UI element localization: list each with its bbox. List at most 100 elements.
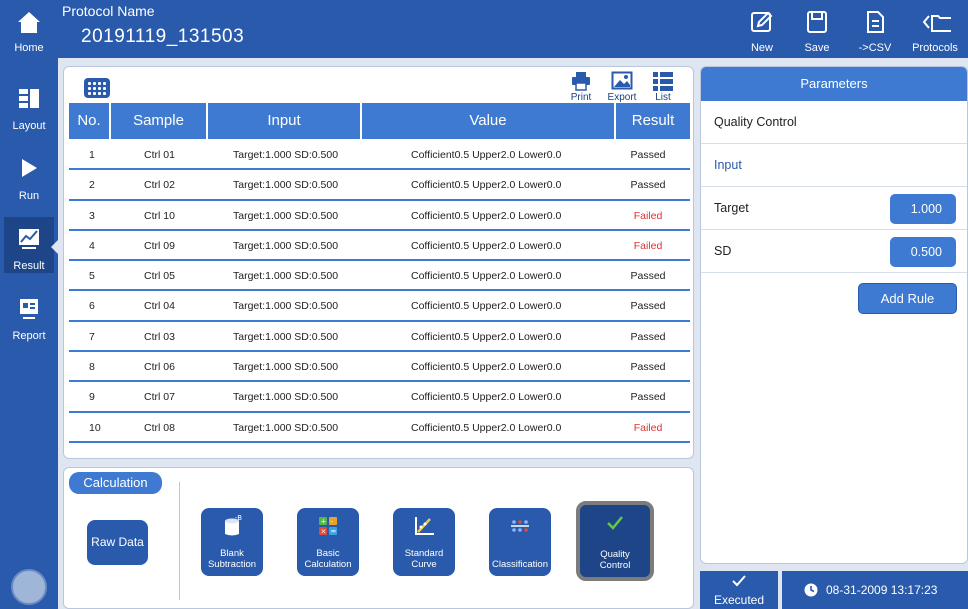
table-row[interactable]: 6 Ctrl 04 Target:1.000 SD:0.500 Cofficie… (69, 291, 690, 322)
cell-no: 5 (89, 270, 95, 283)
table-body: 1 Ctrl 01 Target:1.000 SD:0.500 Cofficie… (69, 140, 690, 443)
svg-text:+: + (321, 518, 327, 526)
cell-input: Target:1.000 SD:0.500 (233, 179, 339, 192)
cell-sample: Ctrl 04 (144, 300, 175, 313)
list-label: List (655, 92, 671, 103)
target-row: Target 1.000 (701, 187, 967, 230)
sd-label: SD (714, 244, 732, 258)
input-heading-row: Input (701, 144, 967, 187)
list-icon (653, 72, 673, 91)
check-icon (732, 575, 746, 587)
result-table-panel: Print Export List No. Sample Input Value… (63, 66, 694, 459)
column-header-value[interactable]: Value (362, 103, 614, 139)
quality-control-label: Quality Control (714, 115, 797, 129)
report-icon (20, 299, 38, 319)
target-label: Target (714, 201, 749, 215)
column-header-sample[interactable]: Sample (111, 103, 206, 139)
calc-label: Classification (492, 559, 548, 570)
cell-sample: Ctrl 03 (144, 330, 175, 343)
top-bar: Home Protocol Name 20191119_131503 New S… (0, 0, 968, 58)
protocols-button[interactable]: Protocols (905, 0, 965, 58)
standard-curve-icon (415, 517, 434, 535)
sidebar-item-report[interactable]: Report (0, 282, 58, 352)
home-icon (18, 12, 40, 33)
print-button[interactable]: Print (562, 71, 600, 103)
cell-sample: Ctrl 05 (144, 270, 175, 283)
table-row[interactable]: 5 Ctrl 05 Target:1.000 SD:0.500 Cofficie… (69, 261, 690, 292)
edit-icon (751, 11, 773, 32)
cell-value: Cofficient0.5 Upper2.0 Lower0.0 (411, 361, 562, 374)
save-button[interactable]: Save (795, 0, 839, 58)
table-row[interactable]: 8 Ctrl 06 Target:1.000 SD:0.500 Cofficie… (69, 352, 690, 383)
export-csv-button[interactable]: ->CSV (850, 0, 900, 58)
cell-result: Failed (633, 421, 663, 434)
calc-label: Blank Subtraction (207, 548, 257, 570)
cell-input: Target:1.000 SD:0.500 (233, 300, 339, 313)
sidebar-label-run: Run (18, 190, 40, 202)
cell-no: 8 (89, 361, 95, 374)
cell-value: Cofficient0.5 Upper2.0 Lower0.0 (411, 391, 562, 404)
export-button[interactable]: Export (603, 71, 641, 103)
clock-icon (804, 583, 818, 597)
cell-value: Cofficient0.5 Upper2.0 Lower0.0 (411, 330, 562, 343)
sidebar-item-run[interactable]: Run (0, 142, 58, 212)
calculation-tab[interactable]: Calculation (69, 472, 162, 494)
calc-label: Quality Control (599, 549, 631, 571)
cell-no: 6 (89, 300, 95, 313)
home-button[interactable]: Home (0, 0, 58, 58)
save-label: Save (804, 42, 830, 54)
cell-sample: Ctrl 09 (144, 239, 175, 252)
sidebar-label-layout: Layout (12, 120, 46, 132)
parameters-panel: Parameters Quality Control Input Target … (700, 66, 968, 564)
export-label: Export (607, 92, 637, 103)
basic-calculation-button[interactable]: + - × = Basic Calculation (297, 508, 359, 576)
executed-status: Executed (700, 571, 778, 609)
table-row[interactable]: 3 Ctrl 10 Target:1.000 SD:0.500 Cofficie… (69, 200, 690, 231)
divider (179, 482, 180, 600)
cell-result: Passed (630, 270, 666, 283)
calculation-panel: Calculation Raw Data -B Blank Subtraction… (63, 467, 694, 609)
checkmark-icon (607, 516, 623, 530)
new-button[interactable]: New (740, 0, 784, 58)
list-button[interactable]: List (644, 71, 682, 103)
printer-icon (572, 72, 590, 91)
column-header-result[interactable]: Result (616, 103, 690, 139)
sidebar-label-report: Report (12, 330, 46, 342)
target-input[interactable]: 1.000 (890, 194, 956, 224)
quality-control-button[interactable]: Quality Control (576, 501, 654, 581)
blank-subtraction-button[interactable]: -B Blank Subtraction (201, 508, 263, 576)
column-header-input[interactable]: Input (208, 103, 360, 139)
quality-control-row: Quality Control (701, 101, 967, 144)
raw-data-button[interactable]: Raw Data (87, 520, 148, 565)
sidebar: Layout Run Result Report (0, 58, 58, 609)
cell-input: Target:1.000 SD:0.500 (233, 270, 339, 283)
table-row[interactable]: 2 Ctrl 02 Target:1.000 SD:0.500 Cofficie… (69, 170, 690, 201)
table-row[interactable]: 4 Ctrl 09 Target:1.000 SD:0.500 Cofficie… (69, 230, 690, 262)
print-label: Print (570, 92, 592, 103)
cell-sample: Ctrl 06 (144, 361, 175, 374)
cell-input: Target:1.000 SD:0.500 (233, 149, 339, 161)
table-row[interactable]: 9 Ctrl 07 Target:1.000 SD:0.500 Cofficie… (69, 382, 690, 413)
cell-result: Passed (630, 391, 666, 404)
keypad-icon[interactable] (84, 78, 110, 98)
sd-row: SD 0.500 (701, 230, 967, 273)
sidebar-item-result[interactable]: Result (0, 212, 58, 282)
calculator-icon: + - × = (319, 517, 337, 536)
cell-no: 4 (89, 239, 95, 252)
table-row[interactable]: 10 Ctrl 08 Target:1.000 SD:0.500 Coffici… (69, 412, 690, 443)
column-header-no[interactable]: No. (69, 103, 109, 139)
sidebar-item-layout[interactable]: Layout (0, 72, 58, 142)
cell-no: 1 (89, 149, 95, 161)
add-rule-button[interactable]: Add Rule (858, 283, 957, 314)
avatar[interactable] (11, 569, 47, 605)
classification-button[interactable]: Classification (489, 508, 551, 576)
cell-sample: Ctrl 10 (144, 209, 175, 222)
cell-input: Target:1.000 SD:0.500 (233, 391, 339, 404)
table-row[interactable]: 1 Ctrl 01 Target:1.000 SD:0.500 Cofficie… (69, 140, 690, 171)
table-row[interactable]: 7 Ctrl 03 Target:1.000 SD:0.500 Cofficie… (69, 321, 690, 353)
standard-curve-button[interactable]: Standard Curve (393, 508, 455, 576)
sd-input[interactable]: 0.500 (890, 237, 956, 267)
chart-icon (19, 229, 39, 249)
cell-input: Target:1.000 SD:0.500 (233, 361, 339, 374)
cell-sample: Ctrl 01 (144, 149, 175, 161)
